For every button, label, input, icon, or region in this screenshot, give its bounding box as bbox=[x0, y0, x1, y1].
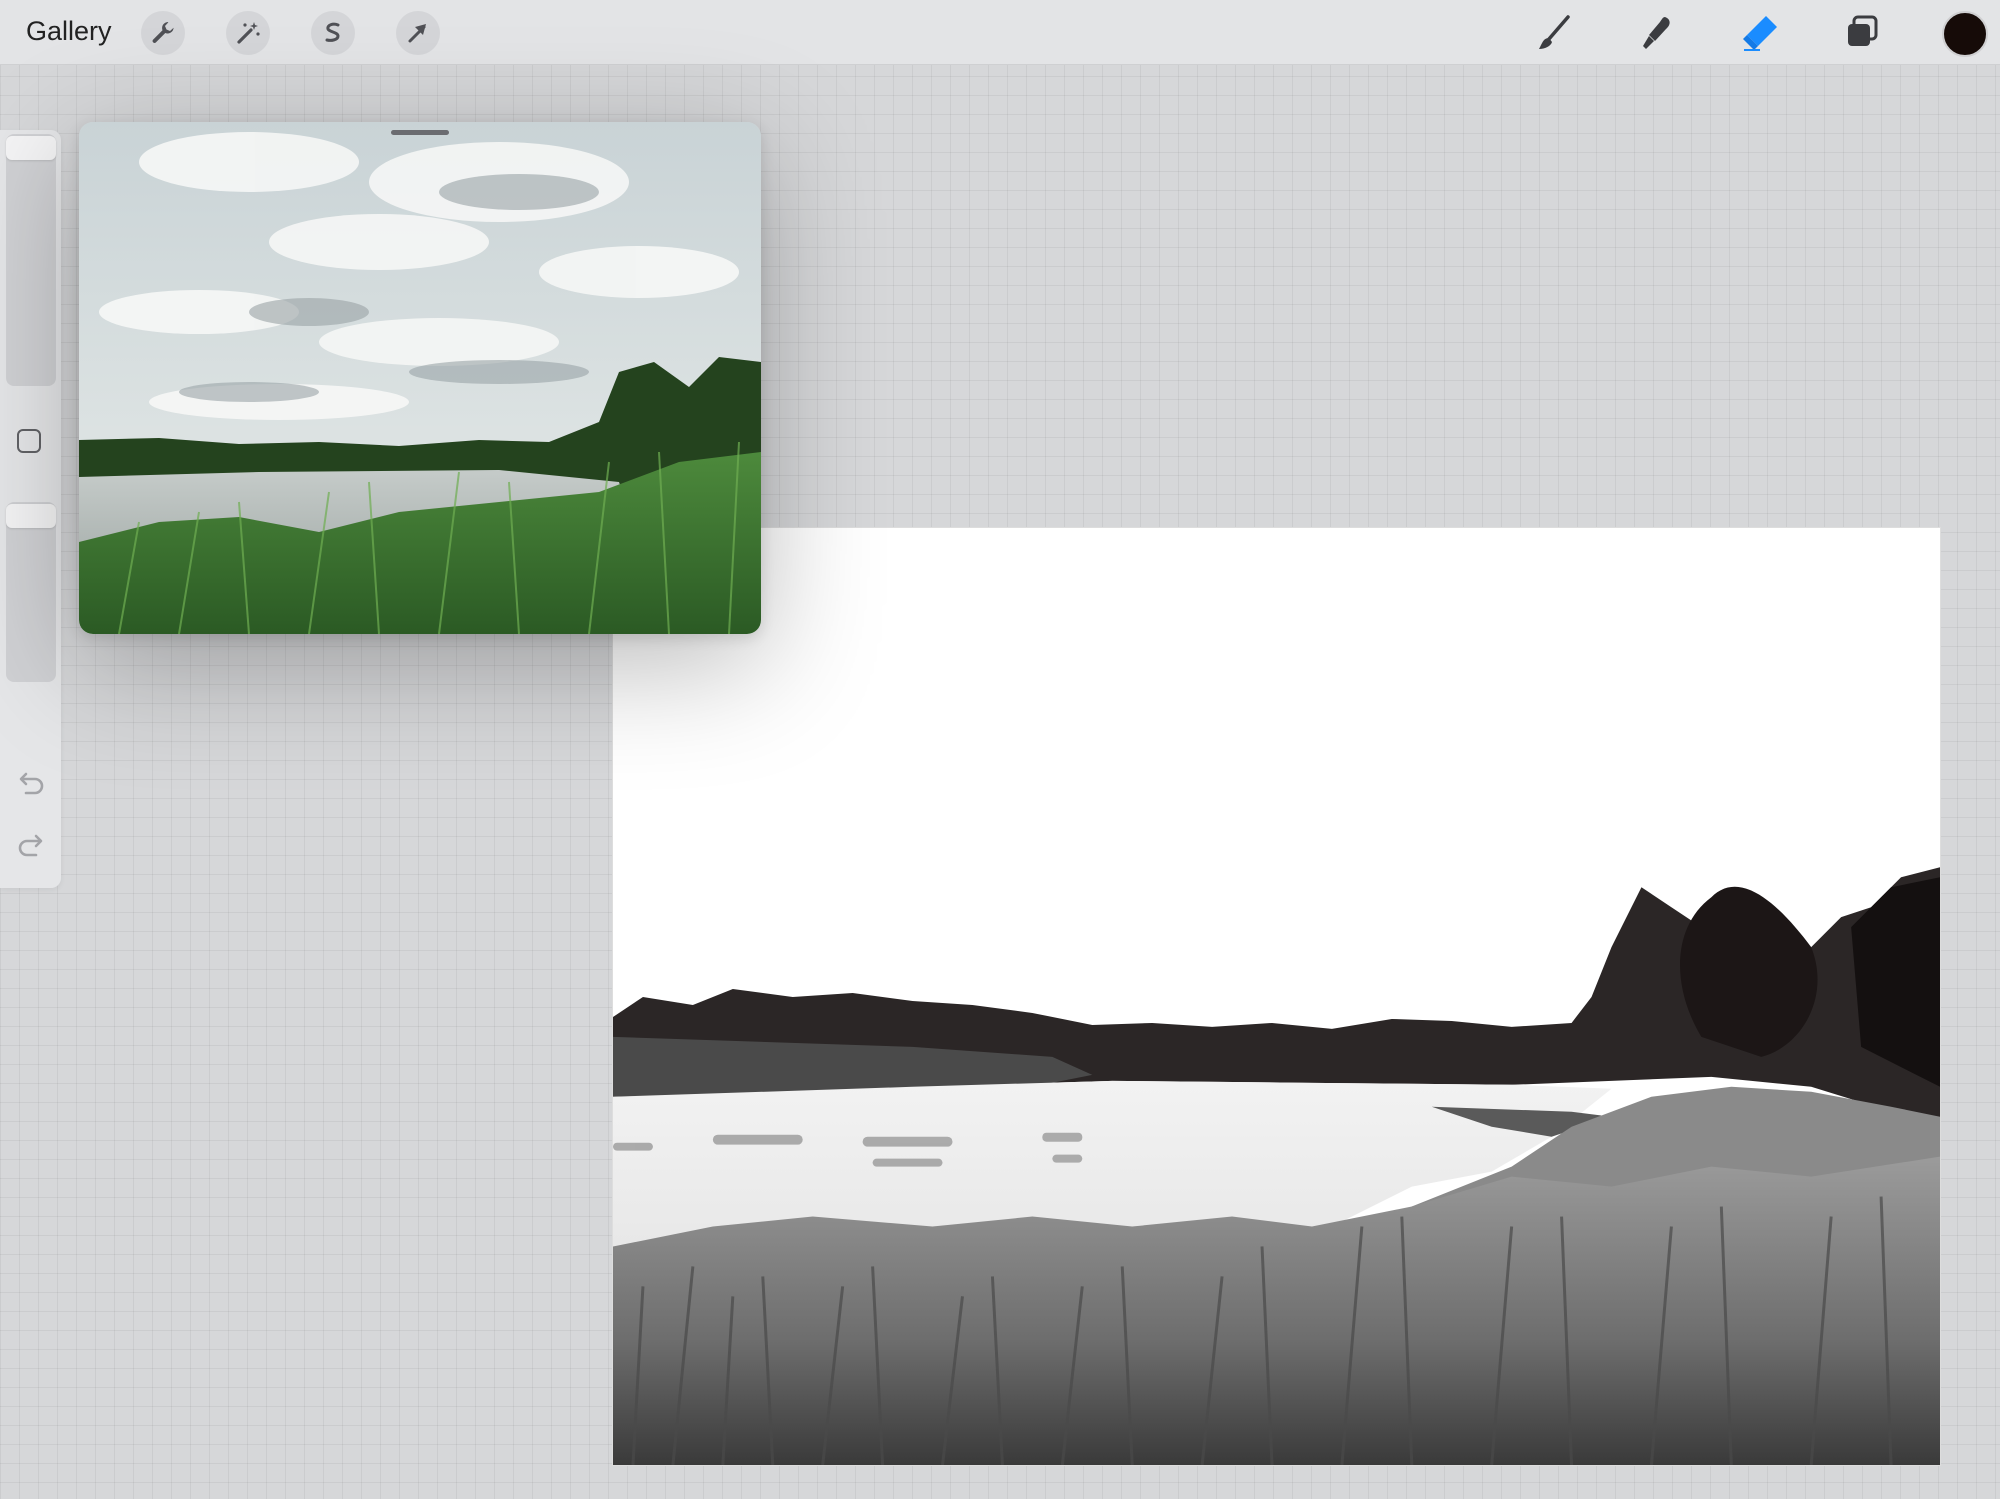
layers-icon bbox=[1848, 15, 1878, 46]
selection-icon bbox=[325, 22, 340, 42]
undo-arrow-icon[interactable] bbox=[14, 770, 48, 800]
reference-window-drag-handle[interactable] bbox=[391, 130, 449, 135]
adjustments-button[interactable] bbox=[226, 11, 270, 55]
brush-icon bbox=[1539, 15, 1570, 49]
eraser-tool[interactable] bbox=[1735, 8, 1785, 58]
modify-button[interactable] bbox=[17, 429, 41, 453]
drawing-canvas[interactable] bbox=[612, 527, 1941, 1466]
layers-button[interactable] bbox=[1837, 8, 1887, 58]
selection-button[interactable] bbox=[311, 11, 355, 55]
eraser-icon bbox=[1743, 16, 1777, 51]
magic-wand-icon bbox=[237, 22, 260, 44]
smudge-tool[interactable] bbox=[1632, 8, 1682, 58]
opacity-thumb[interactable] bbox=[6, 504, 56, 528]
brush-size-slider[interactable] bbox=[6, 134, 56, 386]
reference-photo-window[interactable] bbox=[79, 122, 761, 634]
wrench-icon bbox=[152, 22, 174, 43]
transform-arrow-icon bbox=[408, 24, 426, 43]
color-picker-button[interactable] bbox=[1942, 11, 1988, 57]
smudge-icon bbox=[1643, 17, 1670, 49]
left-sidebar bbox=[0, 130, 61, 888]
opacity-slider[interactable] bbox=[6, 502, 56, 682]
paint-tool[interactable] bbox=[1530, 8, 1580, 58]
redo-arrow-icon[interactable] bbox=[14, 832, 48, 862]
top-toolbar: Gallery bbox=[0, 0, 2000, 65]
reference-landscape-photo bbox=[79, 122, 761, 634]
actions-button[interactable] bbox=[141, 11, 185, 55]
transform-button[interactable] bbox=[396, 11, 440, 55]
landscape-sketch bbox=[613, 528, 1940, 1465]
gallery-button[interactable]: Gallery bbox=[26, 14, 112, 48]
brush-size-thumb[interactable] bbox=[6, 136, 56, 160]
